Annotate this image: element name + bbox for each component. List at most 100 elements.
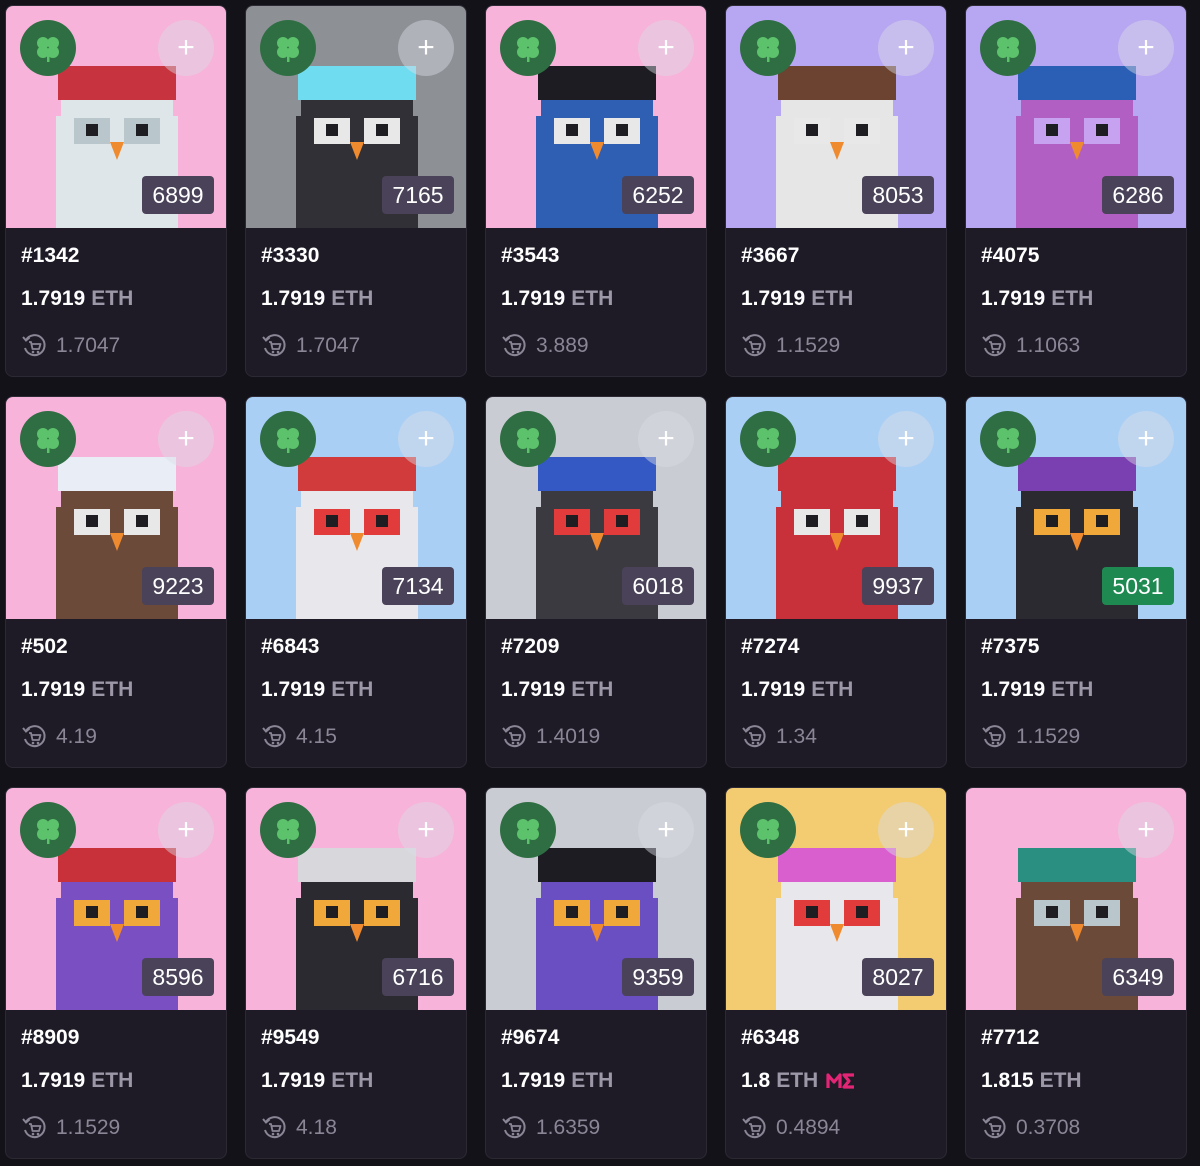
card-info: #3330 1.7919 ETH 1.7047 [246,244,466,360]
card-info: #4075 1.7919 ETH 1.1063 [966,244,1186,360]
token-id: #4075 [981,244,1040,267]
price-row: 1.7919 ETH [261,1068,451,1094]
cart-refresh-icon [981,1115,1007,1141]
token-id: #7712 [981,1026,1040,1049]
rarity-rank-badge: 6286 [1102,176,1174,214]
rarity-rank-badge: 8053 [862,176,934,214]
last-sale-value: 3.889 [536,334,589,357]
nft-image[interactable]: + 6716 [246,788,466,1010]
nft-image[interactable]: + 7165 [246,6,466,228]
add-to-cart-button[interactable]: + [878,411,934,467]
plus-icon: + [417,813,435,846]
add-to-cart-button[interactable]: + [158,802,214,858]
add-to-cart-button[interactable]: + [1118,20,1174,76]
nft-card[interactable]: + 8053 #3667 1.7919 ETH 1.1529 [725,5,947,377]
price-value: 1.7919 [21,1069,86,1092]
price-row: 1.7919 ETH [981,286,1171,312]
price-value: 1.7919 [501,678,566,701]
nft-image[interactable]: + 6252 [486,6,706,228]
add-to-cart-button[interactable]: + [398,411,454,467]
add-to-cart-button[interactable]: + [158,411,214,467]
nft-image[interactable]: + 8596 [6,788,226,1010]
nft-card[interactable]: + 6349 #7712 1.815 ETH 0.3708 [965,787,1187,1159]
nft-card[interactable]: + 6716 #9549 1.7919 ETH 4.18 [245,787,467,1159]
last-sale-value: 1.4019 [536,725,601,748]
last-sale-value: 1.34 [776,725,817,748]
nft-image[interactable]: + 6899 [6,6,226,228]
cart-refresh-icon [741,724,767,750]
four-leaf-clover-icon [277,37,299,62]
rarity-rank-badge: 6899 [142,176,214,214]
clover-badge [740,411,796,467]
add-to-cart-button[interactable]: + [638,411,694,467]
price-row: 1.815 ETH [981,1068,1171,1094]
nft-image[interactable]: + 8053 [726,6,946,228]
price-row: 1.7919 ETH [261,286,451,312]
clover-badge [500,411,556,467]
last-sale-row: 1.1529 [981,723,1171,751]
four-leaf-clover-icon [277,819,299,844]
nft-image[interactable]: + 8027 [726,788,946,1010]
nft-card[interactable]: + 6899 #1342 1.7919 ETH 1.7047 [5,5,227,377]
last-sale-row: 0.3708 [981,1114,1171,1142]
clover-badge [980,20,1036,76]
card-info: #7274 1.7919 ETH 1.34 [726,635,946,751]
nft-image[interactable]: + 5031 [966,397,1186,619]
price-unit: ETH [776,1069,819,1092]
add-to-cart-button[interactable]: + [878,20,934,76]
nft-card[interactable]: + 9937 #7274 1.7919 ETH 1.34 [725,396,947,768]
add-to-cart-button[interactable]: + [638,20,694,76]
price-value: 1.7919 [981,678,1046,701]
rarity-rank-badge: 7165 [382,176,454,214]
token-id: #3543 [501,244,560,267]
nft-image[interactable]: + 7134 [246,397,466,619]
nft-card[interactable]: + 6252 #3543 1.7919 ETH 3.889 [485,5,707,377]
add-to-cart-button[interactable]: + [878,802,934,858]
add-to-cart-button[interactable]: + [1118,411,1174,467]
price-row: 1.7919 ETH [741,286,931,312]
price-unit: ETH [91,287,134,310]
cart-refresh-icon [981,333,1007,359]
last-sale-value: 1.6359 [536,1116,601,1139]
nft-card[interactable]: + 9223 #502 1.7919 ETH 4.19 [5,396,227,768]
nft-card[interactable]: + 9359 #9674 1.7919 ETH 1.6359 [485,787,707,1159]
nft-image[interactable]: + 6349 [966,788,1186,1010]
card-info: #9674 1.7919 ETH 1.6359 [486,1026,706,1142]
plus-icon: + [897,813,915,846]
four-leaf-clover-icon [997,37,1019,62]
add-to-cart-button[interactable]: + [638,802,694,858]
nft-card[interactable]: + 5031 #7375 1.7919 ETH 1.1529 [965,396,1187,768]
cart-refresh-icon [21,333,47,359]
price-value: 1.7919 [501,287,566,310]
price-unit: ETH [1051,287,1094,310]
nft-image[interactable]: + 6286 [966,6,1186,228]
price-value: 1.7919 [21,287,86,310]
nft-image[interactable]: + 9223 [6,397,226,619]
add-to-cart-button[interactable]: + [398,802,454,858]
rarity-rank-badge: 7134 [382,567,454,605]
rarity-rank-badge: 9223 [142,567,214,605]
plus-icon: + [177,422,195,455]
add-to-cart-button[interactable]: + [1118,802,1174,858]
add-to-cart-button[interactable]: + [158,20,214,76]
last-sale-row: 1.6359 [501,1114,691,1142]
add-to-cart-button[interactable]: + [398,20,454,76]
nft-card[interactable]: + 7134 #6843 1.7919 ETH 4.15 [245,396,467,768]
nft-card[interactable]: + 6286 #4075 1.7919 ETH 1.1063 [965,5,1187,377]
clover-badge [500,802,556,858]
nft-image[interactable]: + 9937 [726,397,946,619]
price-row: 1.7919 ETH [21,677,211,703]
last-sale-value: 0.3708 [1016,1116,1081,1139]
nft-image[interactable]: + 9359 [486,788,706,1010]
rarity-rank-badge: 8027 [862,958,934,996]
card-info: #502 1.7919 ETH 4.19 [6,635,226,751]
nft-card[interactable]: + 7165 #3330 1.7919 ETH 1.7047 [245,5,467,377]
token-id: #6348 [741,1026,800,1049]
cart-refresh-icon [501,333,527,359]
plus-icon: + [657,31,675,64]
nft-card[interactable]: + 8027 #6348 1.8 ETH 0.4894 [725,787,947,1159]
nft-card[interactable]: + 6018 #7209 1.7919 ETH 1.4019 [485,396,707,768]
nft-card[interactable]: + 8596 #8909 1.7919 ETH 1.1529 [5,787,227,1159]
nft-image[interactable]: + 6018 [486,397,706,619]
card-info: #6348 1.8 ETH 0.4894 [726,1026,946,1142]
